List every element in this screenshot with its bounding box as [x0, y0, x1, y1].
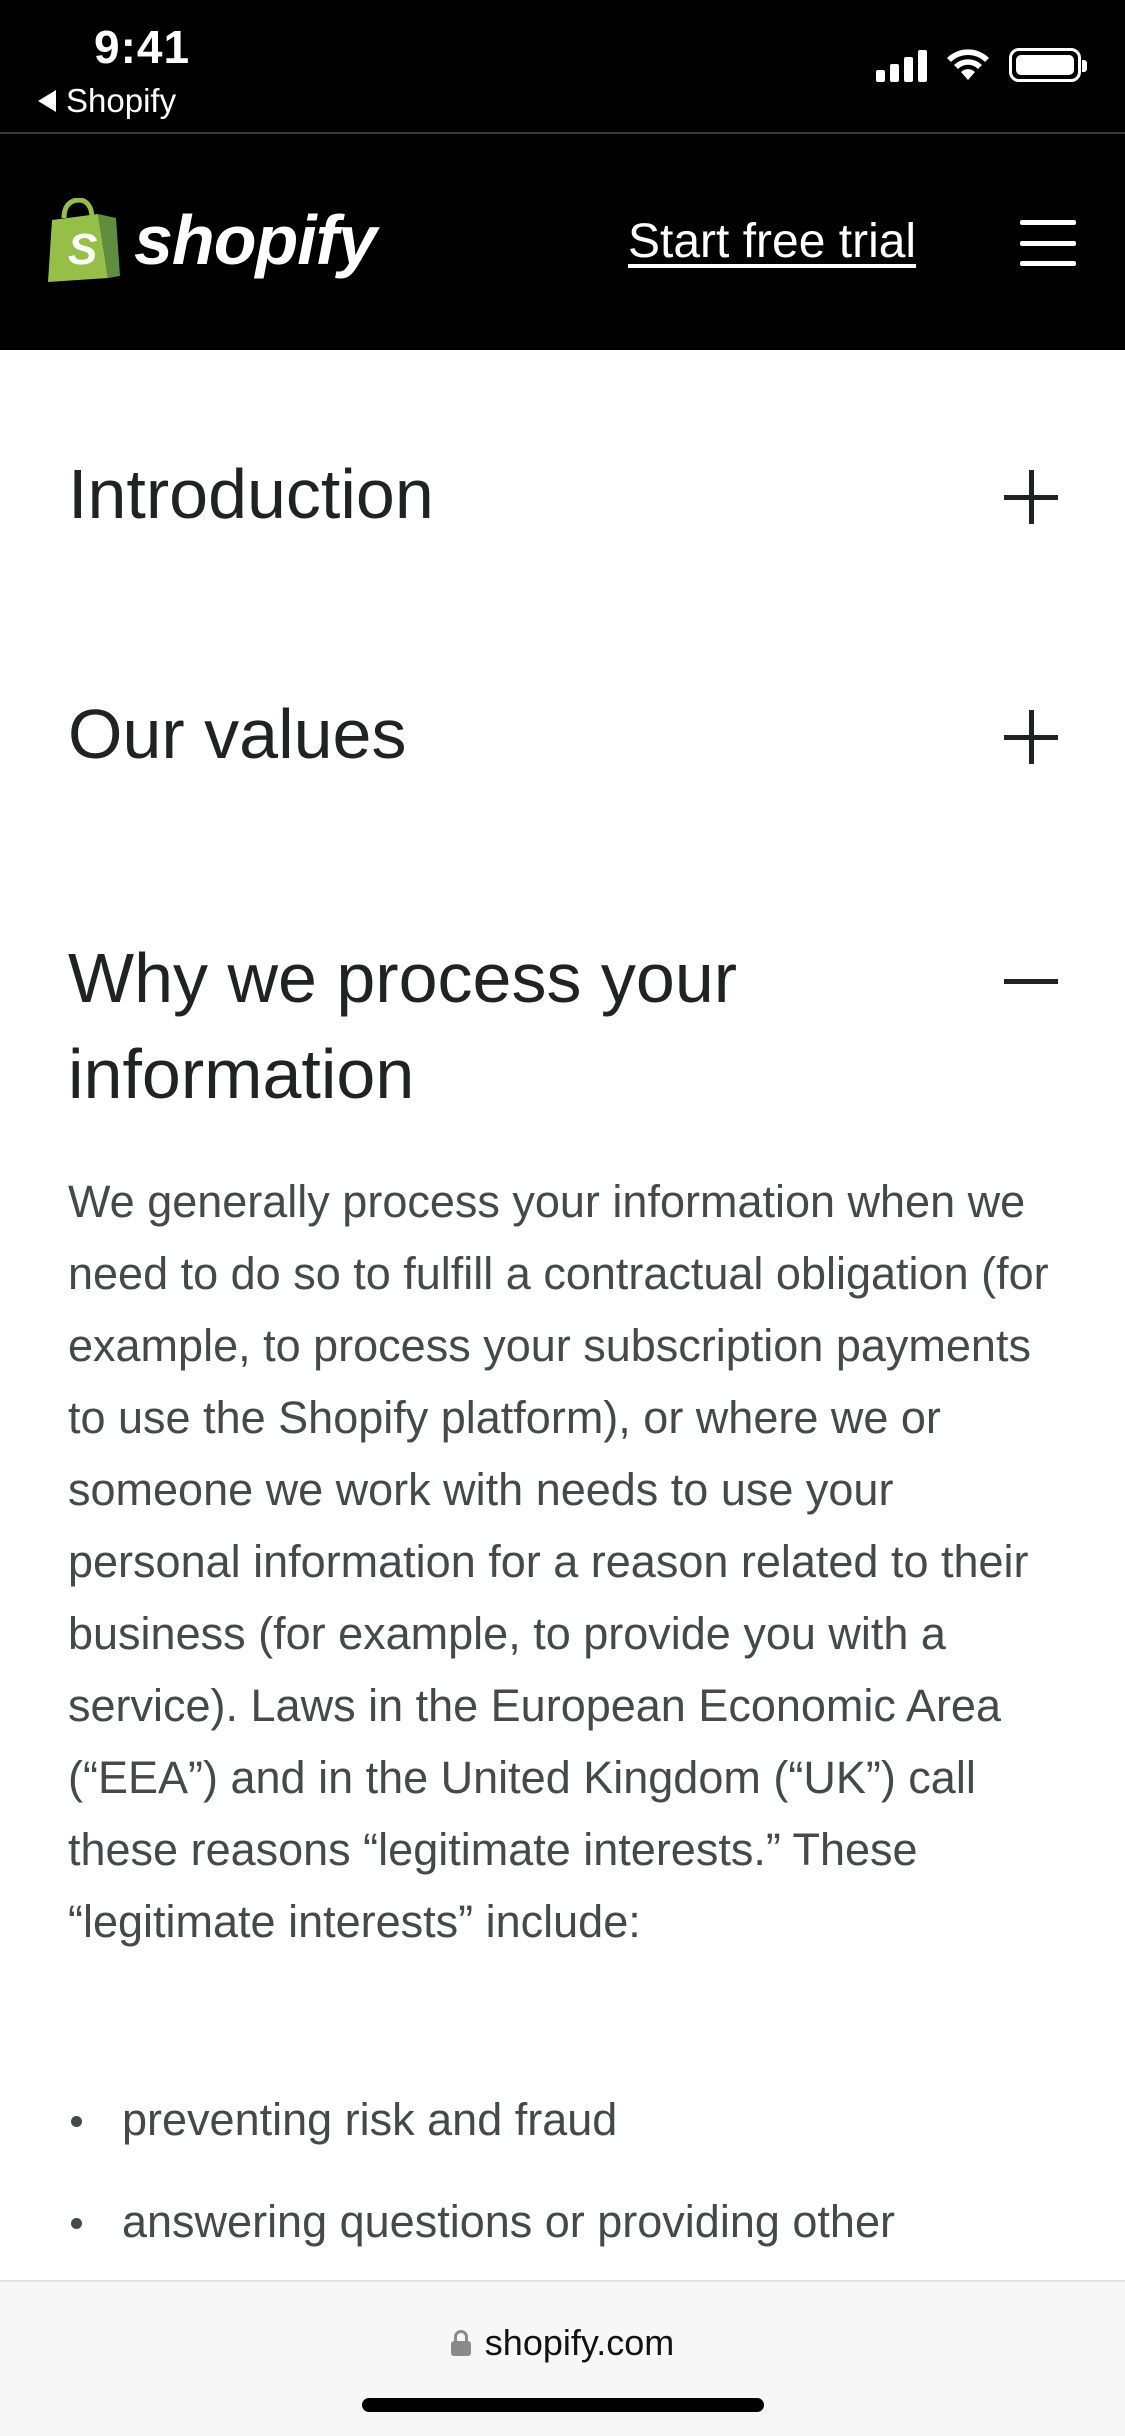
- list-item: answering questions or providing other: [68, 2186, 1068, 2258]
- browser-url-bar[interactable]: shopify.com: [0, 2280, 1125, 2436]
- logo-wordmark: shopify: [134, 201, 377, 279]
- list-item: preventing risk and fraud: [68, 2084, 1068, 2156]
- back-app-label: Shopify: [66, 82, 177, 119]
- url-text: shopify.com: [484, 2322, 675, 2363]
- accordion-item-introduction[interactable]: Introduction: [68, 446, 1058, 542]
- accordion-item-our-values[interactable]: Our values: [68, 686, 1058, 782]
- section-body-text: We generally process your information wh…: [68, 1176, 1049, 1947]
- shopify-logo[interactable]: S shopify: [46, 198, 377, 282]
- plus-icon[interactable]: [1004, 710, 1058, 764]
- wifi-icon: [947, 49, 989, 80]
- svg-text:S: S: [68, 225, 97, 274]
- lock-icon: [450, 2330, 471, 2356]
- plus-icon[interactable]: [1004, 470, 1058, 524]
- battery-icon: [1009, 48, 1087, 82]
- accordion-item-why-we-process[interactable]: Why we process your information: [68, 930, 1058, 1122]
- shopify-bag-icon: S: [48, 198, 120, 282]
- hamburger-menu-icon[interactable]: [1020, 220, 1076, 266]
- url-display[interactable]: shopify.com: [0, 2322, 1125, 2364]
- start-free-trial-link[interactable]: Start free trial: [628, 214, 916, 269]
- accordion-title: Our values: [68, 695, 407, 773]
- status-time: 9:41: [94, 21, 191, 73]
- minus-icon[interactable]: [1004, 954, 1058, 1008]
- back-triangle-icon: [38, 90, 56, 112]
- accordion-title: Why we process your information: [68, 939, 738, 1113]
- status-bar: 9:41 Shopify: [0, 0, 1125, 132]
- legitimate-interests-list: preventing risk and fraud answering ques…: [68, 2084, 1068, 2288]
- cellular-signal-icon: [876, 48, 927, 82]
- site-header: S shopify Start free trial: [0, 132, 1125, 350]
- status-icons: [876, 48, 1087, 82]
- accordion-title: Introduction: [68, 455, 434, 533]
- back-to-app-button[interactable]: Shopify: [38, 82, 176, 120]
- home-indicator[interactable]: [362, 2398, 764, 2412]
